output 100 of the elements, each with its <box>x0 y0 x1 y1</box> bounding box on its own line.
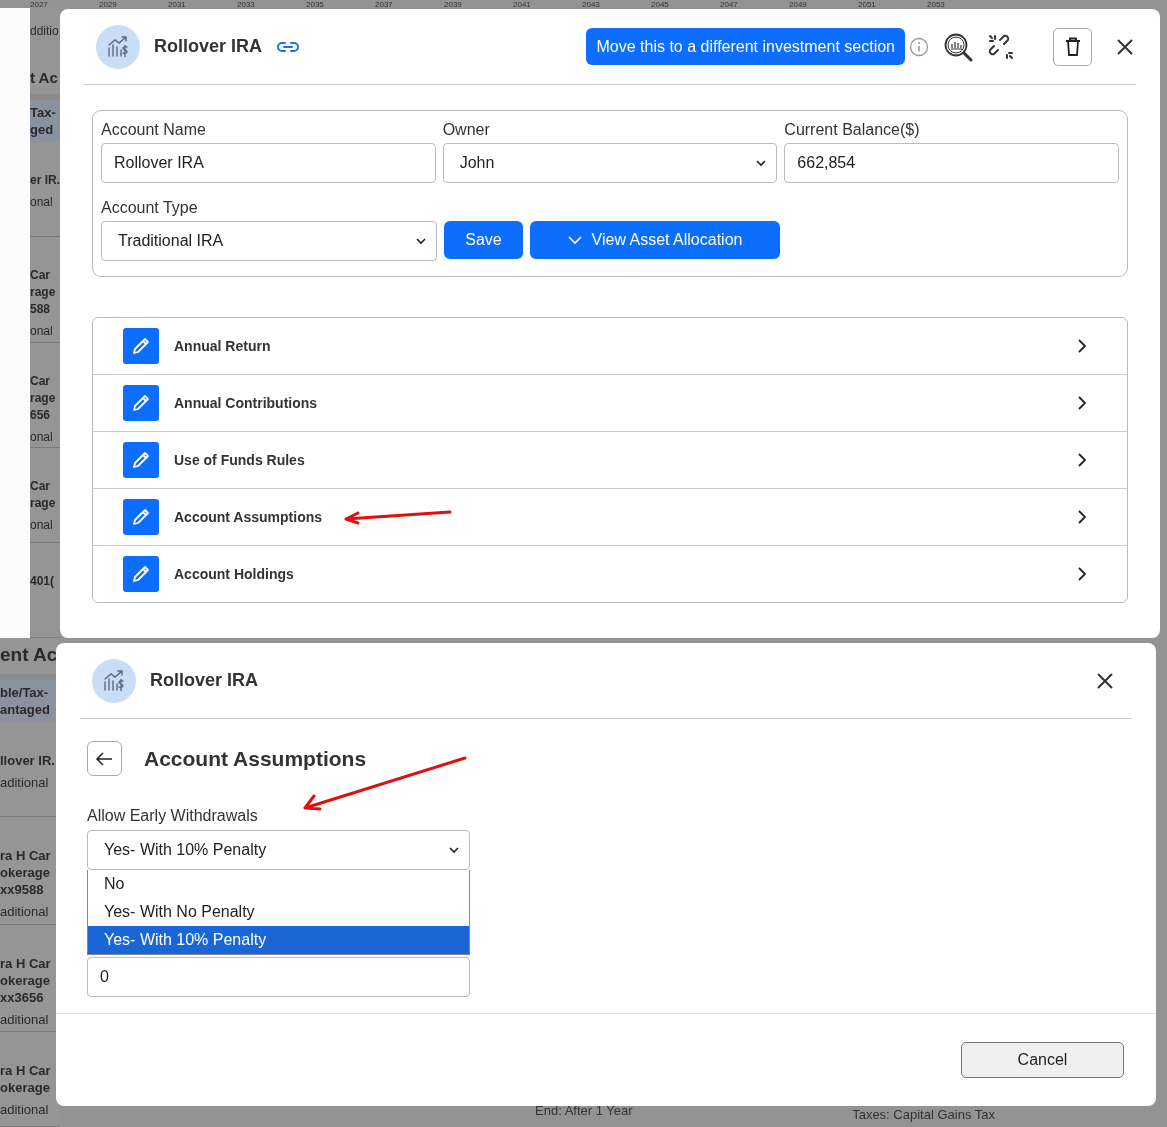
edit-button[interactable] <box>123 499 159 535</box>
account-name: Car <box>30 478 51 495</box>
axis-label: 2039 <box>444 0 463 9</box>
detail-text: Taxes: Capital Gains Tax <box>852 1107 995 1122</box>
trash-icon <box>1063 37 1082 56</box>
account-name: rage <box>30 495 57 512</box>
info-icon[interactable] <box>909 36 929 57</box>
account-name: ra H Car <box>0 1062 52 1079</box>
pencil-icon <box>131 336 151 356</box>
modal-title: Rollover IRA <box>150 670 259 691</box>
edit-button[interactable] <box>123 385 159 421</box>
section-heading: ent Ac <box>0 644 59 666</box>
field-label: Owner <box>442 121 491 139</box>
input-field[interactable]: Rollover IRA <box>101 143 436 183</box>
section-row[interactable]: Annual Contributions <box>93 374 1127 431</box>
save-button[interactable]: Save <box>444 221 523 259</box>
move-button[interactable]: Move this to a different investment section <box>586 28 905 65</box>
account-type: onal <box>30 518 54 532</box>
dropdown-option[interactable]: Yes- With No Penalty <box>88 898 469 926</box>
input-field[interactable]: 0 <box>87 957 470 997</box>
account-type: aditional <box>0 1102 50 1117</box>
edit-button[interactable] <box>123 556 159 592</box>
section-label: Use of Funds Rules <box>174 452 305 468</box>
account-type-select[interactable]: Traditional IRA <box>101 221 437 261</box>
caret-icon <box>416 237 426 245</box>
account-name: xx3656 <box>0 988 45 1006</box>
account-type: onal <box>30 324 54 339</box>
field-label: Current Balance($) <box>784 121 921 139</box>
account-name: ra H Car <box>0 847 52 864</box>
edit-button[interactable] <box>123 328 159 364</box>
account-name: Car <box>30 372 51 390</box>
cancel-button[interactable]: Cancel <box>961 1042 1124 1078</box>
chart-icon <box>106 35 130 58</box>
account-type: onal <box>30 195 54 210</box>
section-label: Account Assumptions <box>174 509 323 525</box>
chevron-right-icon <box>1077 452 1087 468</box>
back-button[interactable] <box>87 741 122 776</box>
section-label: Account Holdings <box>174 566 294 582</box>
account-name: 656 <box>30 406 52 424</box>
column-label: dditio <box>30 24 60 40</box>
section-row[interactable]: Account Assumptions <box>93 488 1127 545</box>
account-type: aditional <box>0 904 50 919</box>
dropdown-option[interactable]: No <box>88 870 469 898</box>
axis-label: 2041 <box>513 0 532 9</box>
axis-label: 2029 <box>99 0 118 9</box>
account-type: onal <box>30 429 54 444</box>
chevron-right-icon <box>1077 566 1087 582</box>
account-name: okerage <box>0 971 51 989</box>
account-name: rage <box>30 284 57 302</box>
field-label: Allow Early Withdrawals <box>87 807 259 825</box>
dropdown-option[interactable]: Yes- With 10% Penalty <box>88 926 469 954</box>
chevron-right-icon <box>1077 338 1087 354</box>
account-name: xx9588 <box>0 881 45 898</box>
axis-label: 2027 <box>30 0 49 9</box>
pencil-icon <box>131 393 151 413</box>
broken-link-icon[interactable] <box>987 32 1015 61</box>
account-name: ra H Car <box>0 954 52 972</box>
header-text: ble/Tax- <box>0 684 50 701</box>
axis-label: 2033 <box>237 0 256 9</box>
section-row[interactable]: Annual Return <box>93 318 1127 374</box>
account-name: okerage <box>0 1079 51 1096</box>
axis-label: 2037 <box>375 0 394 9</box>
allocation-button[interactable]: View Asset Allocation <box>530 221 780 259</box>
section-label: Annual Return <box>174 338 271 354</box>
field-label: Account Type <box>101 199 199 217</box>
axis-label: 2049 <box>789 0 808 9</box>
section-row[interactable]: Use of Funds Rules <box>93 431 1127 488</box>
axis-label: 2051 <box>858 0 877 9</box>
pencil-icon <box>131 450 151 470</box>
axis-label: 2043 <box>582 0 601 9</box>
section-label: Annual Contributions <box>174 395 318 411</box>
close-icon[interactable] <box>1096 671 1114 690</box>
account-name: Car <box>30 267 51 285</box>
account-type: aditional <box>0 1011 50 1027</box>
axis-label: 2035 <box>306 0 325 9</box>
edit-button[interactable] <box>123 442 159 478</box>
back-arrow-icon <box>95 750 114 767</box>
close-icon[interactable] <box>1116 37 1134 56</box>
chevron-down-icon <box>567 235 582 245</box>
header-text: antaged <box>0 701 51 718</box>
account-name: er IR. <box>30 172 60 190</box>
section-heading: Account Assumptions <box>144 746 367 771</box>
axis-label: 2031 <box>168 0 187 9</box>
magnifier-chart-icon[interactable] <box>943 31 973 62</box>
header-text: Tax- <box>30 104 57 122</box>
delete-button[interactable] <box>1053 27 1092 66</box>
field-label: Account Name <box>101 121 207 139</box>
axis-label: 2045 <box>651 0 670 9</box>
detail-text: End: After 1 Year <box>535 1103 633 1120</box>
header-text: ged <box>30 121 55 139</box>
input-field[interactable]: 662,854 <box>784 143 1119 183</box>
chevron-right-icon <box>1077 509 1087 525</box>
withdrawal-select[interactable]: Yes- With 10% Penalty <box>87 830 470 870</box>
account-name: rage <box>30 389 57 407</box>
section-row[interactable]: Account Holdings <box>93 545 1127 602</box>
owner-select[interactable]: John <box>442 143 778 183</box>
chevron-right-icon <box>1077 395 1087 411</box>
account-name: 588 <box>30 301 52 319</box>
chart-icon <box>102 669 126 692</box>
account-type: aditional <box>0 775 50 790</box>
